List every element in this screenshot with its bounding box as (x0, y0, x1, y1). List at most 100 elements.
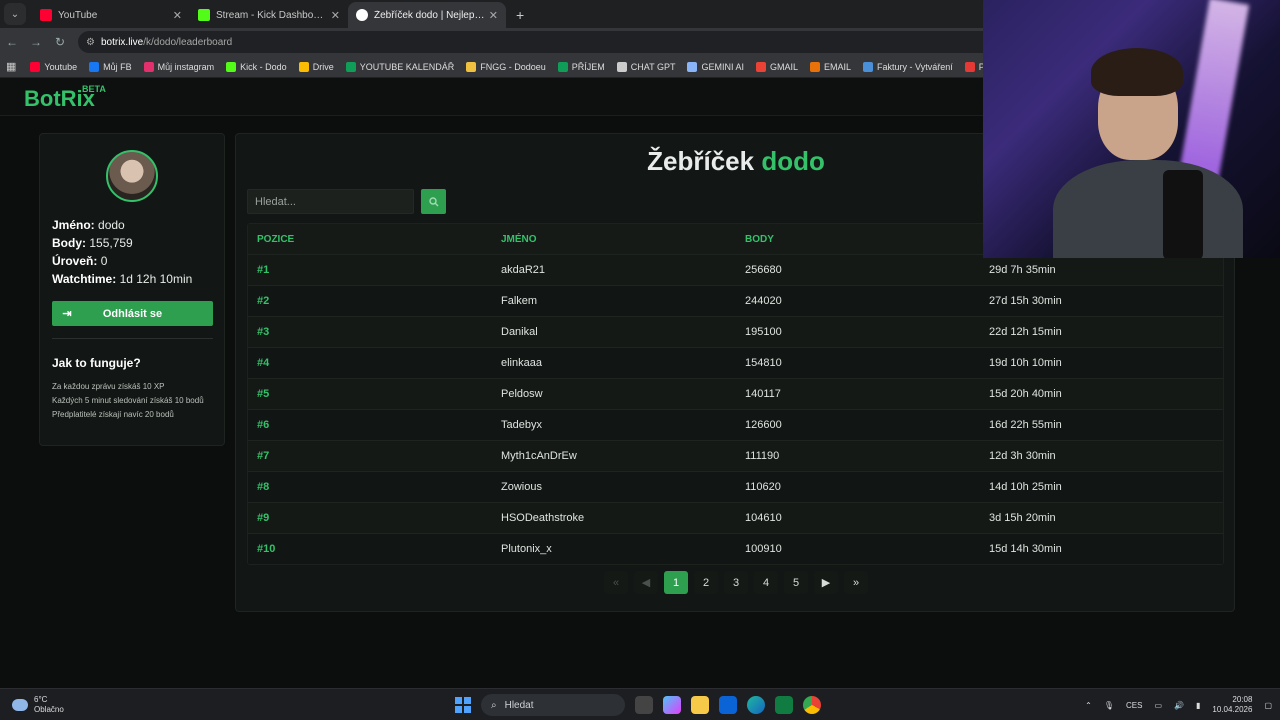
weather-desc: Oblačno (34, 704, 64, 714)
page-button[interactable]: 2 (694, 571, 718, 594)
how-line: Předplatitelé získají navíc 20 bodů (52, 410, 174, 419)
col-name[interactable]: JMÉNO (492, 234, 736, 245)
close-icon[interactable]: ✕ (331, 9, 340, 22)
tab-leaderboard[interactable]: Žebříček dodo | Nejlepší softw ✕ (348, 2, 506, 28)
row-position: #3 (257, 326, 270, 338)
bookmark-label: Drive (312, 61, 334, 72)
tab-kick-dashboard[interactable]: Stream - Kick Dashboard ✕ (190, 2, 348, 28)
site-info-icon[interactable]: ⚙ (86, 37, 95, 48)
table-row: #7 Myth1cAnDrEw 111190 12d 3h 30min (248, 440, 1223, 471)
table-row: #9 HSODeathstroke 104610 3d 15h 20min (248, 502, 1223, 533)
how-it-works-text: Za každou zprávu získáš 10 XP Každých 5 … (52, 380, 204, 422)
forward-icon[interactable]: → (24, 35, 48, 49)
reload-icon[interactable]: ↻ (48, 35, 72, 49)
close-icon[interactable]: ✕ (173, 9, 182, 22)
col-points[interactable]: BODY (736, 234, 980, 245)
apps-grid-icon[interactable]: ▦ (6, 60, 16, 73)
row-position: #1 (257, 264, 270, 276)
row-name[interactable]: akdaR21 (492, 264, 736, 276)
network-icon[interactable]: ▭ (1154, 701, 1162, 710)
bookmark-item[interactable]: Faktury - Vytváření (863, 61, 953, 72)
back-icon[interactable]: ← (0, 35, 24, 49)
row-watchtime: 15d 20h 40min (989, 388, 1062, 400)
logout-button[interactable]: ⇥ Odhlásit se (52, 301, 213, 326)
file-explorer-icon[interactable] (691, 696, 709, 714)
row-name[interactable]: Peldosw (492, 388, 736, 400)
col-position[interactable]: POZICE (248, 234, 492, 245)
bookmark-item[interactable]: Můj FB (89, 61, 132, 72)
row-watchtime: 19d 10h 10min (989, 357, 1062, 369)
notifications-icon[interactable]: ▢ (1264, 701, 1272, 710)
row-points: 256680 (745, 264, 782, 276)
excel-icon[interactable] (775, 696, 793, 714)
bookmark-item[interactable]: PŘÍJEM (557, 61, 605, 72)
row-name[interactable]: Myth1cAnDrEw (492, 450, 736, 462)
taskbar-search[interactable]: ⌕ Hledat (481, 694, 625, 716)
bookmark-item[interactable]: Youtube (30, 61, 77, 72)
bookmark-item[interactable]: GEMINI AI (687, 61, 744, 72)
tab-youtube[interactable]: YouTube ✕ (32, 2, 190, 28)
bookmark-label: CHAT GPT (630, 61, 676, 72)
bookmark-label: Faktury - Vytváření (877, 61, 953, 72)
task-view-icon[interactable] (635, 696, 653, 714)
bookmark-item[interactable]: GMAIL (755, 61, 798, 72)
new-tab-button[interactable]: + (516, 7, 524, 23)
bookmark-item[interactable]: FNGG - Dodoeu (466, 61, 546, 72)
row-points: 195100 (745, 326, 782, 338)
battery-icon[interactable]: ▮ (1196, 701, 1200, 710)
outlook-icon[interactable] (719, 696, 737, 714)
last-page-button[interactable]: » (844, 571, 868, 594)
copilot-icon[interactable] (663, 696, 681, 714)
bookmark-item[interactable]: YOUTUBE KALENDÁŘ (345, 61, 454, 72)
next-page-button[interactable]: ▶ (814, 571, 838, 594)
chevron-up-icon[interactable]: ⌃ (1085, 701, 1092, 710)
page-button[interactable]: 4 (754, 571, 778, 594)
clock[interactable]: 20:08 10.04.2026 (1212, 695, 1252, 715)
row-points: 100910 (745, 543, 782, 555)
bookmark-icon (298, 61, 309, 72)
weather-widget[interactable]: 6°C Oblačno (12, 695, 64, 715)
prev-page-button[interactable]: ◀ (634, 571, 658, 594)
table-row: #4 elinkaaa 154810 19d 10h 10min (248, 347, 1223, 378)
bookmark-item[interactable]: Kick - Dodo (226, 61, 287, 72)
search-input[interactable] (247, 189, 414, 214)
youtube-icon (40, 9, 52, 21)
taskbar: 6°C Oblačno ⌕ Hledat ⌃ 🎙 CES ▭ 🔊 ▮ 20:08… (0, 688, 1280, 720)
row-name[interactable]: HSODeathstroke (492, 512, 736, 524)
table-row: #8 Zowious 110620 14d 10h 25min (248, 471, 1223, 502)
row-position: #6 (257, 419, 270, 431)
bookmark-icon (557, 61, 568, 72)
edge-icon[interactable] (747, 696, 765, 714)
taskbar-search-label: Hledat (504, 699, 534, 711)
row-name[interactable]: Zowious (492, 481, 736, 493)
row-name[interactable]: Plutonix_x (492, 543, 736, 555)
row-name[interactable]: Danikal (492, 326, 736, 338)
bookmark-item[interactable]: EMAIL (810, 61, 852, 72)
bookmark-item[interactable]: Drive (298, 61, 334, 72)
row-name[interactable]: elinkaaa (492, 357, 736, 369)
table-row: #1 akdaR21 256680 29d 7h 35min (248, 254, 1223, 285)
bookmark-icon (616, 61, 627, 72)
volume-icon[interactable]: 🔊 (1174, 701, 1184, 710)
bookmark-label: Můj FB (103, 61, 132, 72)
chrome-icon[interactable] (803, 696, 821, 714)
bookmark-item[interactable]: Můj instagram (143, 61, 214, 72)
microphone-icon[interactable]: 🎙 (1104, 701, 1114, 710)
language-indicator[interactable]: CES (1126, 701, 1142, 710)
logout-icon: ⇥ (62, 308, 72, 320)
search-icon: ⌕ (491, 699, 497, 711)
page-button[interactable]: 1 (664, 571, 688, 594)
bookmark-item[interactable]: CHAT GPT (616, 61, 676, 72)
first-page-button[interactable]: « (604, 571, 628, 594)
search-button[interactable] (421, 189, 446, 214)
tab-search-button[interactable]: ⌄ (4, 3, 26, 25)
row-name[interactable]: Tadebyx (492, 419, 736, 431)
row-name[interactable]: Falkem (492, 295, 736, 307)
close-icon[interactable]: ✕ (489, 9, 498, 22)
windows-start-icon[interactable] (455, 697, 471, 713)
cloud-icon (12, 698, 28, 711)
taskbar-apps: ⌕ Hledat (455, 694, 821, 716)
page-button[interactable]: 5 (784, 571, 808, 594)
page-button[interactable]: 3 (724, 571, 748, 594)
bookmark-label: EMAIL (824, 61, 852, 72)
